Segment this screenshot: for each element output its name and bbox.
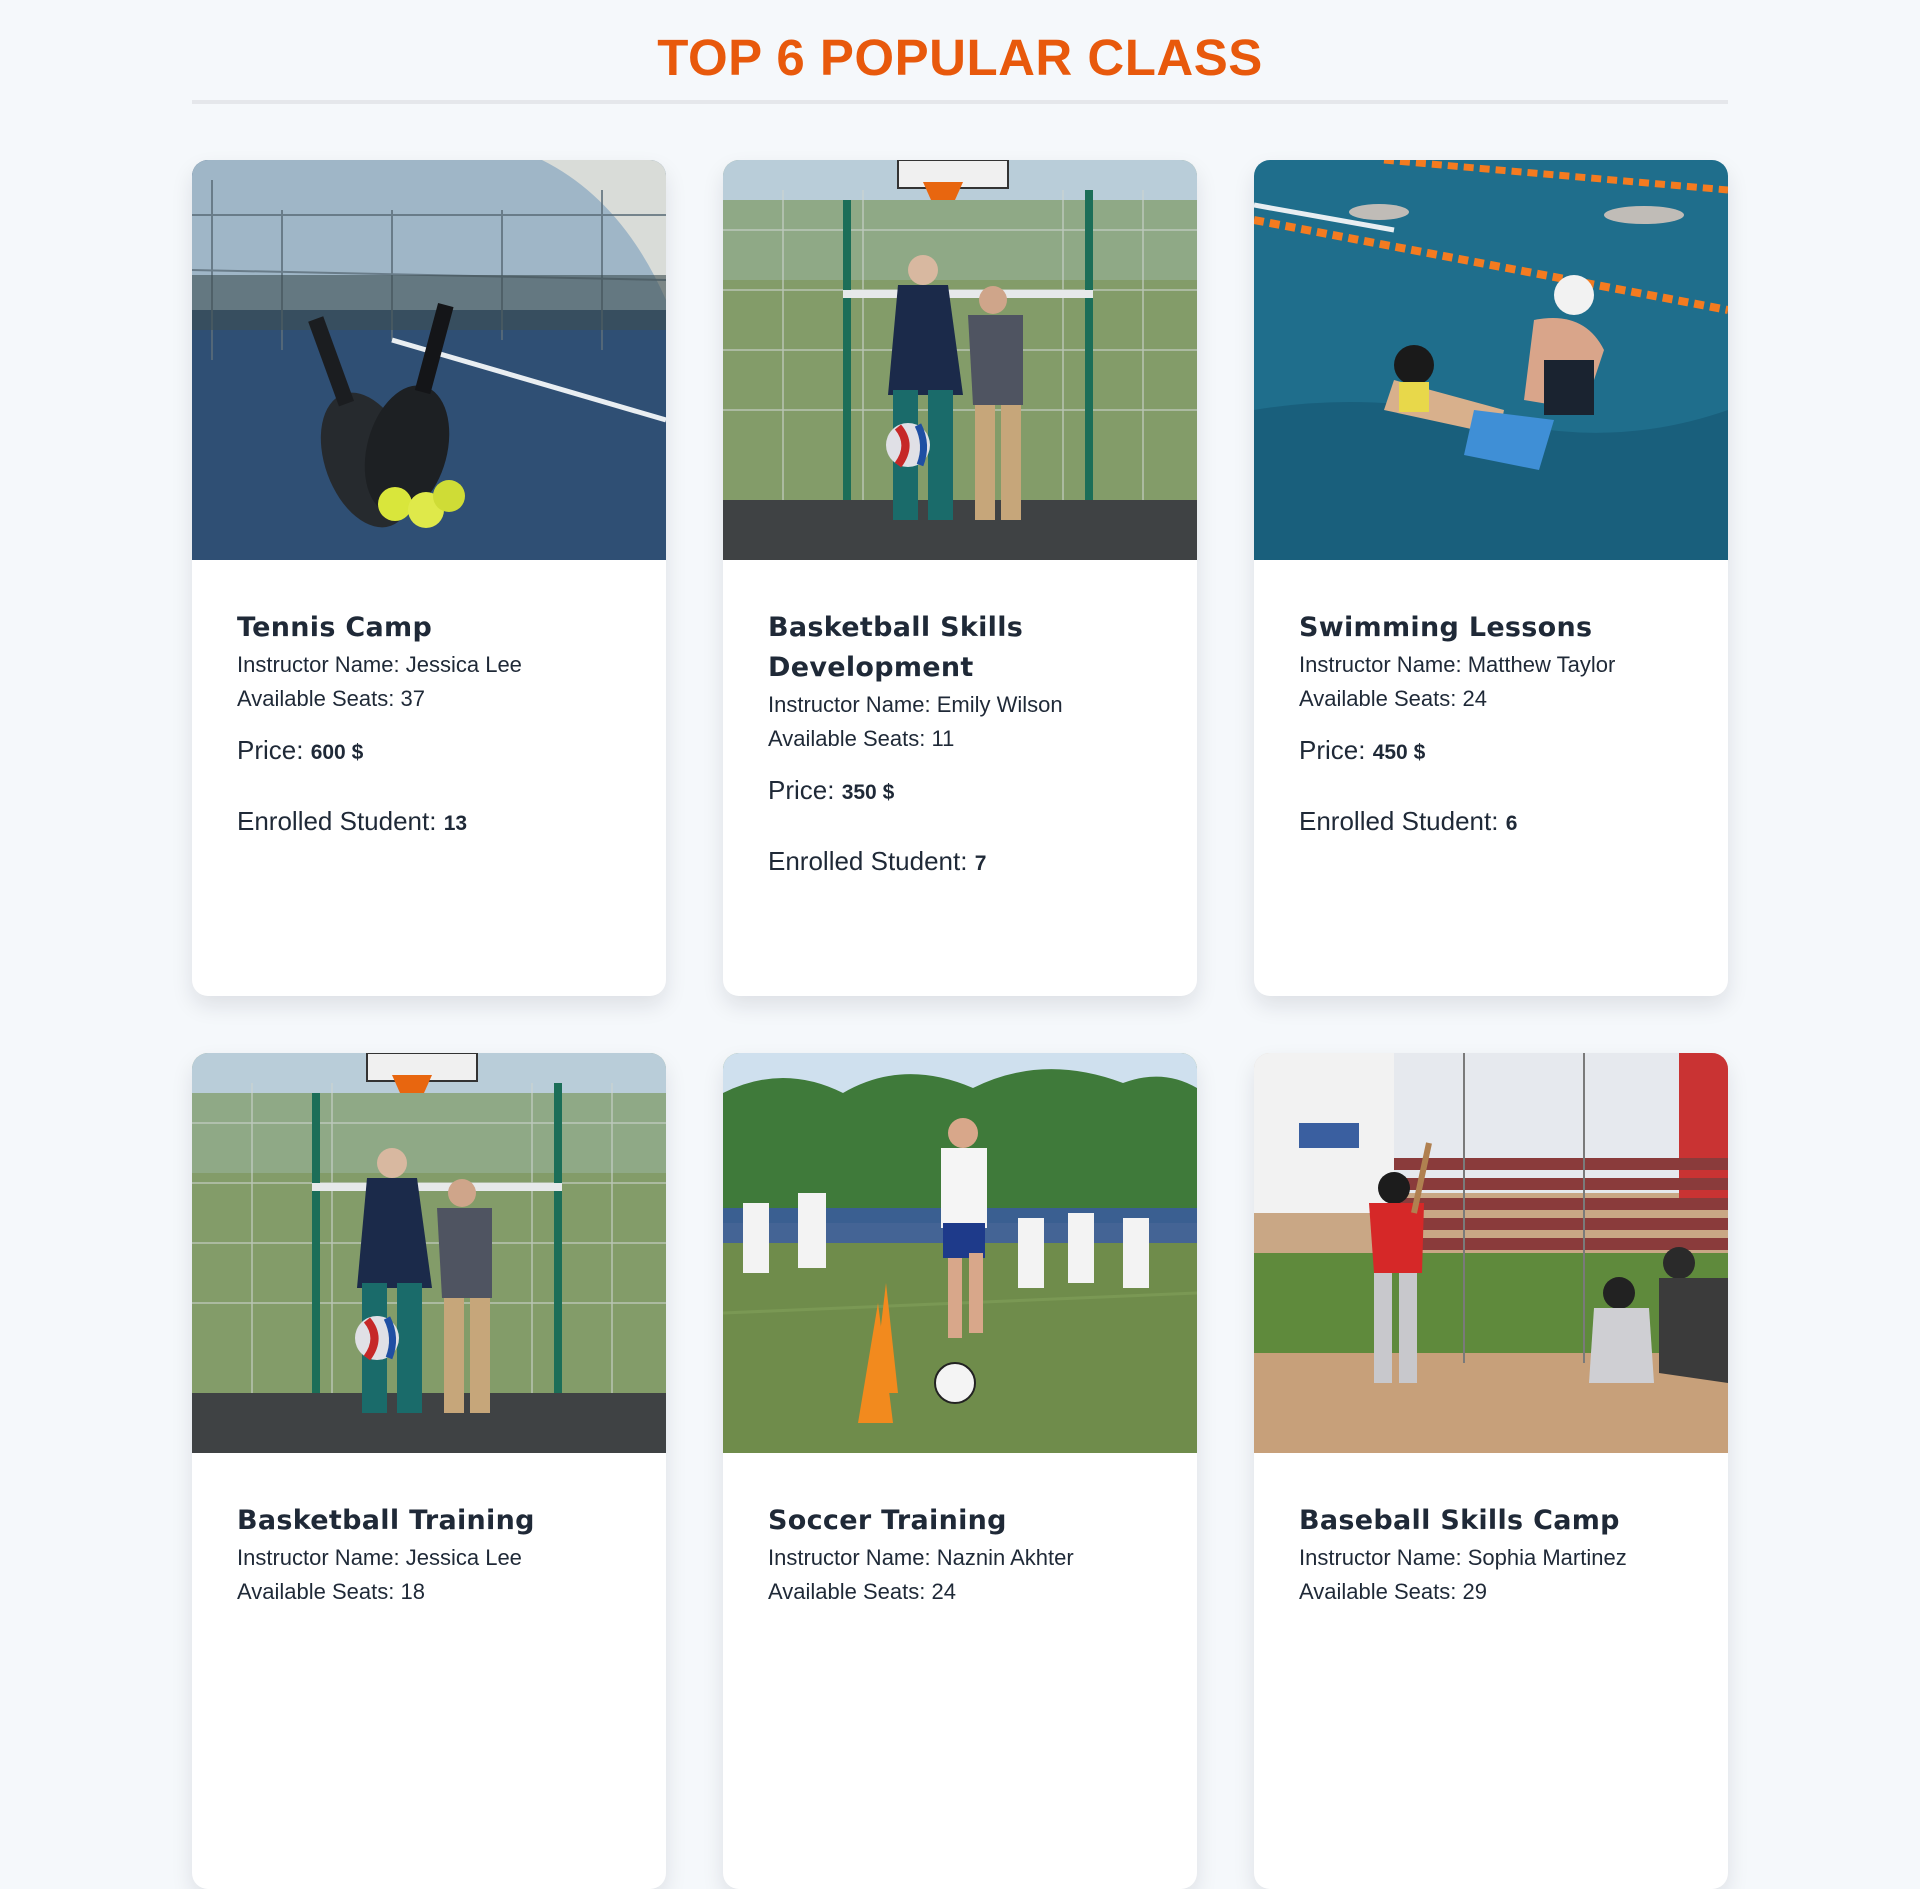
seats-value: 18 (400, 1579, 425, 1604)
instructor-name: Matthew Taylor (1467, 652, 1616, 677)
instructor-line: Instructor Name: Sophia Martinez (1299, 1541, 1683, 1575)
seats-value: 11 (931, 726, 955, 751)
enrolled-value: 7 (974, 852, 987, 875)
baseball-field-photo (1254, 1053, 1728, 1453)
seats-line: Available Seats: 11 (768, 722, 1152, 756)
seats-line: Available Seats: 37 (237, 682, 621, 716)
title-divider (192, 100, 1728, 104)
seats-value: 24 (931, 1579, 956, 1604)
instructor-line: Instructor Name: Emily Wilson (768, 688, 1152, 722)
class-title: Soccer Training (768, 1505, 1007, 1536)
seats-label: Available Seats: (1299, 1579, 1457, 1604)
instructor-label: Instructor Name: (237, 1545, 400, 1570)
basketball-practice-photo (192, 1053, 666, 1453)
class-card[interactable]: Basketball Training Instructor Name: Jes… (192, 1053, 666, 1889)
instructor-name: Sophia Martinez (1467, 1545, 1627, 1570)
enrolled-label: Enrolled Student: (1299, 806, 1499, 836)
class-card[interactable]: Tennis Camp Instructor Name: Jessica Lee… (192, 160, 666, 996)
instructor-name: Jessica Lee (405, 1545, 522, 1570)
price-line: Price: 350 $ (768, 774, 1152, 809)
class-card[interactable]: Baseball Skills Camp Instructor Name: So… (1254, 1053, 1728, 1889)
instructor-label: Instructor Name: (768, 692, 931, 717)
price-line: Price: 450 $ (1299, 734, 1683, 769)
card-body: Basketball Training Instructor Name: Jes… (192, 1453, 666, 1609)
card-body: Basketball Skills Development Instructor… (723, 560, 1197, 880)
instructor-line: Instructor Name: Naznin Akhter (768, 1541, 1152, 1575)
class-card[interactable]: Basketball Skills Development Instructor… (723, 160, 1197, 996)
basketball-practice-photo (723, 160, 1197, 560)
instructor-name: Jessica Lee (405, 652, 522, 677)
price-value: 450 $ (1372, 741, 1426, 764)
card-body: Tennis Camp Instructor Name: Jessica Lee… (192, 560, 666, 840)
seats-value: 24 (1462, 686, 1487, 711)
price-label: Price: (768, 775, 835, 805)
seats-line: Available Seats: 29 (1299, 1575, 1683, 1609)
price-line: Price: 600 $ (237, 734, 621, 769)
seats-value: 29 (1462, 1579, 1487, 1604)
enrolled-line: Enrolled Student: 7 (768, 845, 1152, 880)
instructor-line: Instructor Name: Jessica Lee (237, 648, 621, 682)
price-label: Price: (1299, 735, 1366, 765)
seats-line: Available Seats: 18 (237, 1575, 621, 1609)
price-value: 600 $ (310, 741, 364, 764)
popular-classes-section: TOP 6 POPULAR CLASS Tennis Camp Instruct… (192, 0, 1728, 1889)
tennis-court-photo (192, 160, 666, 560)
seats-label: Available Seats: (1299, 686, 1457, 711)
seats-label: Available Seats: (768, 726, 926, 751)
class-grid: Tennis Camp Instructor Name: Jessica Lee… (192, 160, 1728, 1889)
soccer-field-photo (723, 1053, 1197, 1453)
instructor-label: Instructor Name: (1299, 652, 1462, 677)
swimming-pool-photo (1254, 160, 1728, 560)
seats-label: Available Seats: (237, 1579, 395, 1604)
seats-label: Available Seats: (768, 1579, 926, 1604)
seats-line: Available Seats: 24 (768, 1575, 1152, 1609)
class-title: Basketball Skills Development (768, 612, 1024, 683)
class-title: Basketball Training (237, 1505, 535, 1536)
enrolled-line: Enrolled Student: 6 (1299, 805, 1683, 840)
instructor-name: Naznin Akhter (936, 1545, 1074, 1570)
seats-line: Available Seats: 24 (1299, 682, 1683, 716)
instructor-name: Emily Wilson (936, 692, 1063, 717)
price-value: 350 $ (841, 781, 895, 804)
class-title: Swimming Lessons (1299, 612, 1593, 643)
enrolled-label: Enrolled Student: (237, 806, 437, 836)
card-body: Soccer Training Instructor Name: Naznin … (723, 1453, 1197, 1609)
seats-label: Available Seats: (237, 686, 395, 711)
enrolled-value: 13 (443, 812, 468, 835)
class-card[interactable]: Soccer Training Instructor Name: Naznin … (723, 1053, 1197, 1889)
instructor-label: Instructor Name: (1299, 1545, 1462, 1570)
enrolled-value: 6 (1505, 812, 1518, 835)
card-body: Baseball Skills Camp Instructor Name: So… (1254, 1453, 1728, 1609)
instructor-line: Instructor Name: Matthew Taylor (1299, 648, 1683, 682)
enrolled-line: Enrolled Student: 13 (237, 805, 621, 840)
class-card[interactable]: Swimming Lessons Instructor Name: Matthe… (1254, 160, 1728, 996)
instructor-label: Instructor Name: (237, 652, 400, 677)
enrolled-label: Enrolled Student: (768, 846, 968, 876)
page-title: TOP 6 POPULAR CLASS (657, 29, 1263, 86)
card-body: Swimming Lessons Instructor Name: Matthe… (1254, 560, 1728, 840)
instructor-label: Instructor Name: (768, 1545, 931, 1570)
class-title: Baseball Skills Camp (1299, 1505, 1620, 1536)
class-title: Tennis Camp (237, 612, 433, 643)
price-label: Price: (237, 735, 304, 765)
seats-value: 37 (400, 686, 425, 711)
instructor-line: Instructor Name: Jessica Lee (237, 1541, 621, 1575)
